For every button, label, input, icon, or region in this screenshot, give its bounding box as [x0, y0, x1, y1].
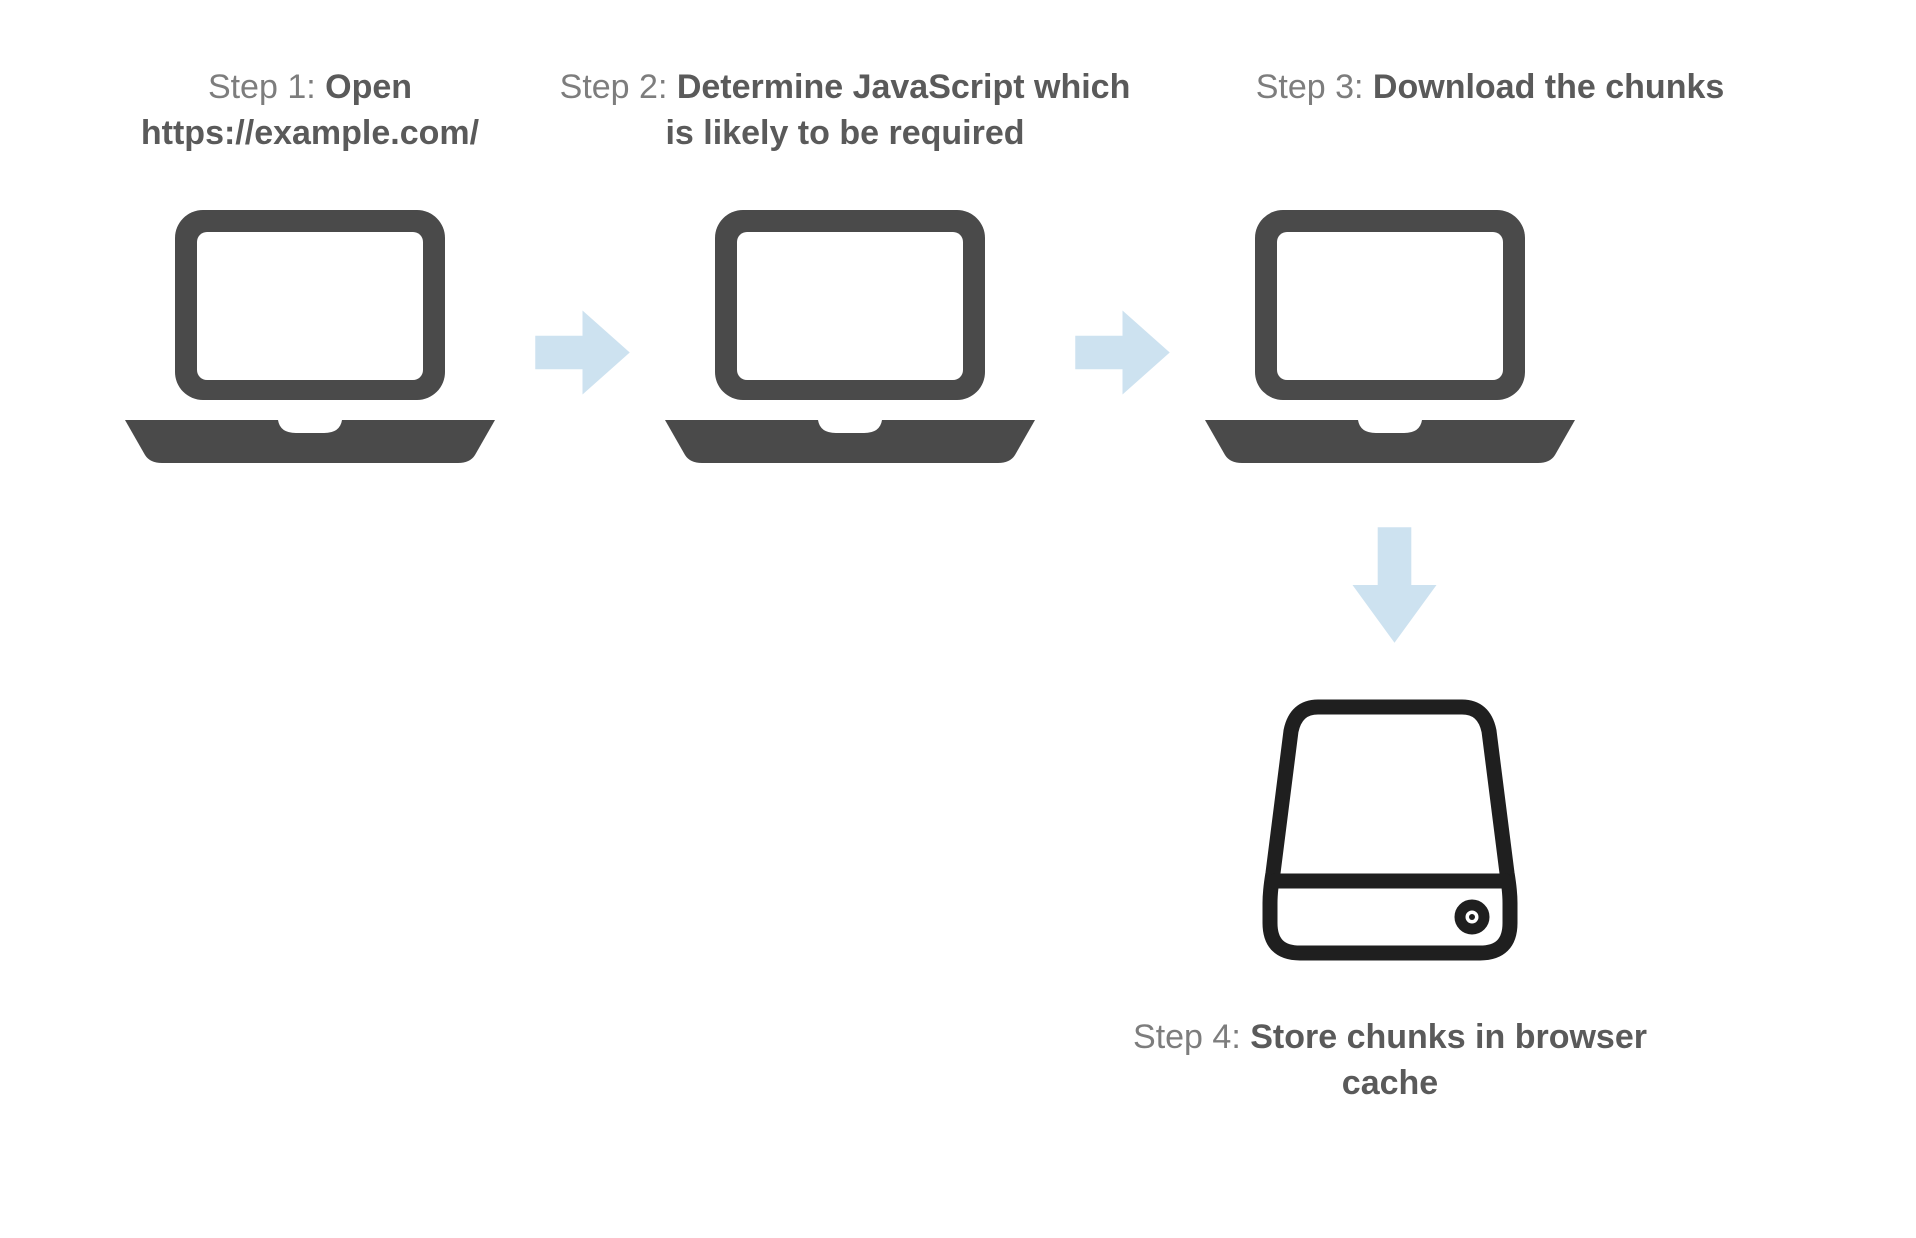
laptop-icon-1 — [120, 205, 500, 470]
step-1-prefix: Step 1: — [208, 68, 325, 106]
step-2-bold: Determine JavaScript which is likely to … — [665, 68, 1130, 152]
laptop-icon-3 — [1200, 205, 1580, 470]
arrow-right-icon-1 — [530, 300, 635, 405]
step-2-prefix: Step 2: — [560, 68, 677, 106]
step-4-prefix: Step 4: — [1133, 1018, 1250, 1056]
step-4-label: Step 4: Store chunks in browser cache — [1130, 1015, 1650, 1107]
step-3-bold: Download the chunks — [1373, 68, 1724, 106]
step-1-label: Step 1: Open https://example.com/ — [60, 65, 560, 157]
arrow-right-icon-2 — [1070, 300, 1175, 405]
step-3-label: Step 3: Download the chunks — [1230, 65, 1750, 111]
step-4-bold: Store chunks in browser cache — [1250, 1018, 1647, 1102]
laptop-icon-2 — [660, 205, 1040, 470]
arrow-down-icon — [1342, 520, 1447, 650]
step-3-prefix: Step 3: — [1256, 68, 1373, 106]
storage-drive-icon — [1260, 695, 1520, 965]
step-2-label: Step 2: Determine JavaScript which is li… — [545, 65, 1145, 157]
